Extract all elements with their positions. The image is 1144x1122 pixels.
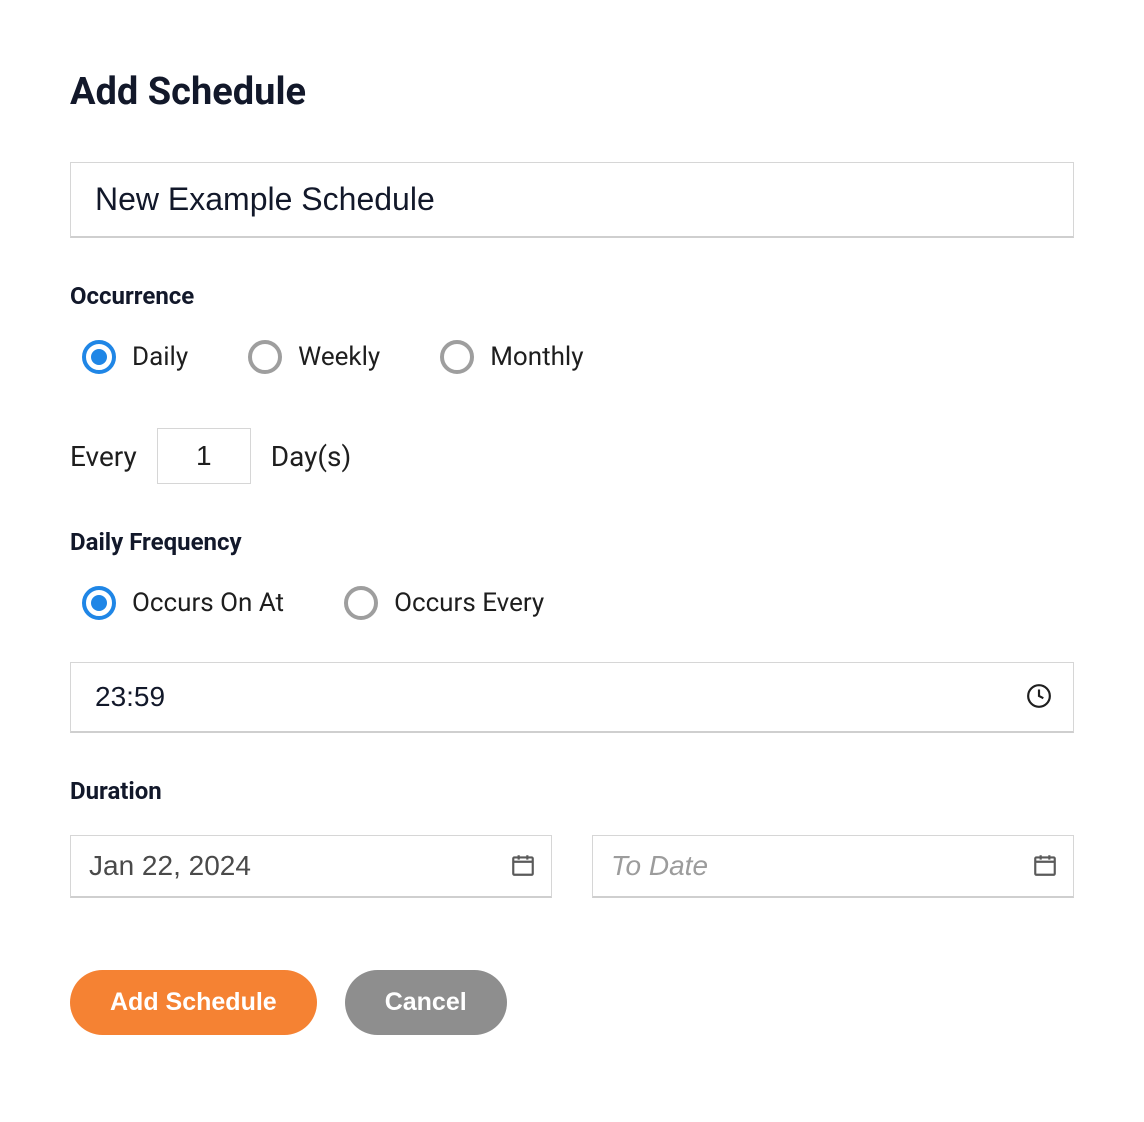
radio-label: Occurs On At <box>132 588 284 618</box>
daily-frequency-radio-occurs-on-at[interactable]: Occurs On At <box>82 586 284 620</box>
duration-label: Duration <box>70 777 1074 805</box>
every-value-input[interactable] <box>157 428 251 484</box>
daily-frequency-label: Daily Frequency <box>70 528 1074 556</box>
time-input[interactable] <box>70 662 1074 733</box>
radio-label: Weekly <box>298 342 380 372</box>
radio-unselected-icon <box>440 340 474 374</box>
radio-selected-icon <box>82 586 116 620</box>
cancel-button[interactable]: Cancel <box>345 970 507 1035</box>
from-date-wrap <box>70 835 552 898</box>
every-suffix: Day(s) <box>271 440 351 473</box>
button-row: Add Schedule Cancel <box>70 970 1074 1035</box>
radio-selected-icon <box>82 340 116 374</box>
radio-unselected-icon <box>248 340 282 374</box>
add-schedule-button[interactable]: Add Schedule <box>70 970 317 1035</box>
daily-frequency-radio-occurs-every[interactable]: Occurs Every <box>344 586 544 620</box>
occurrence-radio-daily[interactable]: Daily <box>82 340 188 374</box>
daily-frequency-radio-group: Occurs On At Occurs Every <box>82 586 1074 620</box>
every-prefix: Every <box>70 440 137 473</box>
radio-label: Monthly <box>490 342 583 372</box>
add-schedule-dialog: Add Schedule Occurrence Daily Weekly Mon… <box>0 0 1144 1085</box>
to-date-input[interactable] <box>592 835 1074 898</box>
to-date-wrap <box>592 835 1074 898</box>
schedule-name-input[interactable] <box>70 162 1074 238</box>
dialog-title: Add Schedule <box>70 70 1074 114</box>
every-row: Every Day(s) <box>70 428 1074 484</box>
radio-unselected-icon <box>344 586 378 620</box>
radio-label: Daily <box>132 342 188 372</box>
occurrence-radio-group: Daily Weekly Monthly <box>82 340 1074 374</box>
occurrence-radio-weekly[interactable]: Weekly <box>248 340 380 374</box>
duration-row <box>70 835 1074 898</box>
radio-label: Occurs Every <box>394 588 544 618</box>
time-input-wrap <box>70 662 1074 733</box>
occurrence-label: Occurrence <box>70 282 1074 310</box>
occurrence-radio-monthly[interactable]: Monthly <box>440 340 583 374</box>
from-date-input[interactable] <box>70 835 552 898</box>
